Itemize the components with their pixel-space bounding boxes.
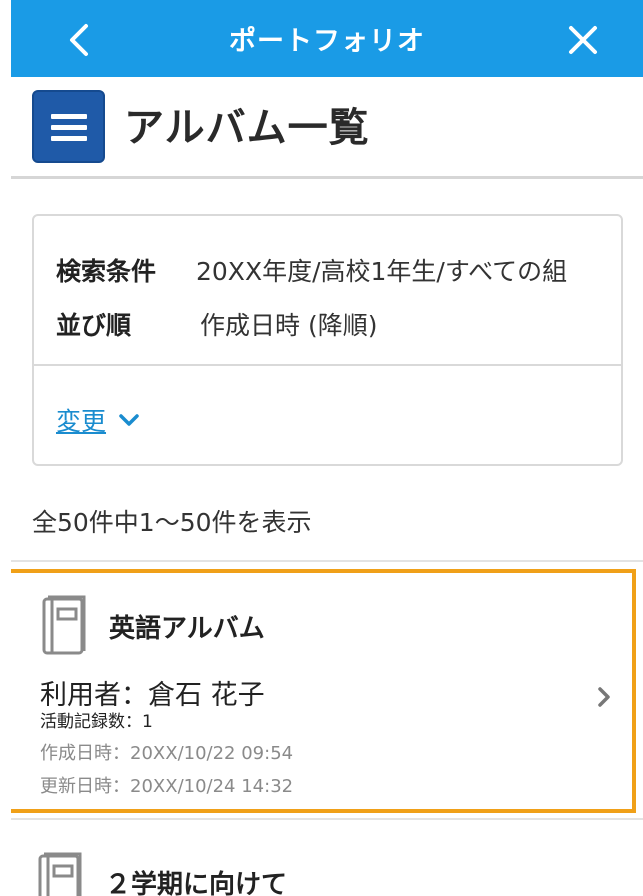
page-heading: アルバム一覧 — [11, 77, 643, 179]
order-row: 並び順 作成日時 (降順) — [56, 306, 377, 342]
album-name: 英語アルバム — [109, 614, 265, 644]
condition-label: 検索条件 — [56, 257, 157, 286]
change-link-label: 変更 — [56, 407, 107, 436]
created-date: 作成日時：20XX/10/22 09:54 — [40, 743, 294, 764]
album-item-english[interactable]: 英語アルバム 利用者：倉石 花子 活動記録数：1 作成日時：20XX/10/22… — [11, 569, 636, 813]
change-link[interactable]: 変更 — [56, 402, 140, 438]
panel-divider — [34, 364, 621, 366]
list-divider — [11, 560, 643, 562]
order-value: 作成日時 (降順) — [200, 311, 378, 340]
activity-count: 活動記録数：1 — [40, 712, 153, 732]
app-frame: ポートフォリオ アルバム一覧 検索条件 20XX年度/高校1年生/すべての組 並… — [11, 0, 643, 896]
album-name: ２学期に向けて — [105, 870, 288, 896]
header-title: ポートフォリオ — [229, 26, 425, 57]
top-bar: ポートフォリオ — [11, 0, 643, 77]
close-icon — [569, 26, 597, 54]
menu-button[interactable] — [32, 90, 105, 163]
page-title: アルバム一覧 — [124, 105, 370, 151]
order-label: 並び順 — [56, 311, 132, 340]
chevron-down-icon — [119, 414, 139, 426]
hamburger-menu-icon — [50, 113, 87, 141]
result-count: 全50件中1〜50件を表示 — [32, 508, 312, 537]
updated-date: 更新日時：20XX/10/24 14:32 — [40, 776, 294, 797]
condition-value: 20XX年度/高校1年生/すべての組 — [196, 257, 568, 286]
condition-row: 検索条件 20XX年度/高校1年生/すべての組 — [56, 252, 567, 288]
album-item-second-term[interactable]: ２学期に向けて — [11, 820, 643, 896]
close-button[interactable] — [561, 18, 605, 62]
album-book-icon — [38, 852, 82, 896]
chevron-right-icon — [598, 687, 610, 707]
search-condition-panel: 検索条件 20XX年度/高校1年生/すべての組 並び順 作成日時 (降順) 変更 — [32, 214, 623, 466]
album-book-icon — [42, 595, 86, 655]
